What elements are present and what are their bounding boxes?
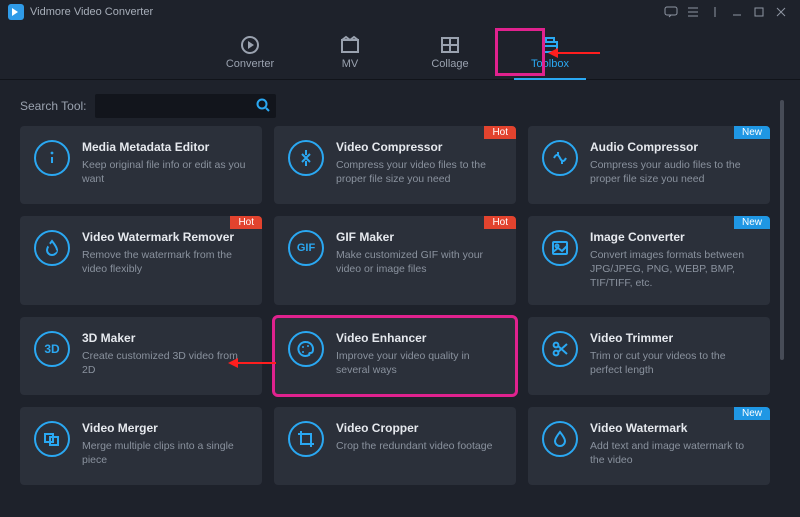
compress-v-icon <box>288 140 324 176</box>
tool-card-video-watermark[interactable]: Video Watermark Add text and image waterm… <box>528 407 770 485</box>
tool-card-video-cropper[interactable]: Video Cropper Crop the redundant video fo… <box>274 407 516 485</box>
maximize-button[interactable] <box>748 1 770 23</box>
tool-desc: Keep original file info or edit as you w… <box>82 158 248 186</box>
tool-card-gif-maker[interactable]: GIF GIF Maker Make customized GIF with you… <box>274 216 516 305</box>
tab-converter[interactable]: Converter <box>220 24 280 79</box>
3d-icon: 3D <box>34 331 70 367</box>
tab-label: MV <box>342 58 359 70</box>
annotation-arrow-tab <box>556 52 600 54</box>
gif-icon: GIF <box>288 230 324 266</box>
tool-scrollpane: Media Metadata Editor Keep original file … <box>20 126 770 507</box>
tab-collage[interactable]: Collage <box>420 24 480 79</box>
tool-desc: Create customized 3D video from 2D <box>82 349 248 377</box>
tool-title: Video Merger <box>82 421 248 435</box>
tool-title: Video Compressor <box>336 140 502 154</box>
tool-desc: Merge multiple clips into a single piece <box>82 439 248 467</box>
main-tabs: Converter MV Collage Toolbox <box>0 24 800 80</box>
menu-icon[interactable] <box>682 1 704 23</box>
crop-icon <box>288 421 324 457</box>
tab-label: Toolbox <box>531 58 569 70</box>
tool-card-media-metadata-editor[interactable]: Media Metadata Editor Keep original file … <box>20 126 262 204</box>
tool-desc: Trim or cut your videos to the perfect l… <box>590 349 756 377</box>
search-input[interactable] <box>101 99 256 113</box>
tool-title: Video Watermark <box>590 421 756 435</box>
tool-title: Image Converter <box>590 230 756 244</box>
tool-card-video-enhancer[interactable]: Video Enhancer Improve your video quality… <box>274 317 516 395</box>
search-icon[interactable] <box>256 98 270 115</box>
tool-desc: Make customized GIF with your video or i… <box>336 248 502 276</box>
compress-a-icon <box>542 140 578 176</box>
tab-label: Collage <box>431 58 468 70</box>
water-icon <box>542 421 578 457</box>
droplet-icon <box>34 230 70 266</box>
converter-icon <box>239 34 261 56</box>
tool-title: 3D Maker <box>82 331 248 345</box>
badge-hot: Hot <box>484 216 516 229</box>
badge-new: New <box>734 126 770 139</box>
tool-card-video-compressor[interactable]: Video Compressor Compress your video file… <box>274 126 516 204</box>
divider <box>704 1 726 23</box>
tool-title: Video Watermark Remover <box>82 230 248 244</box>
badge-hot: Hot <box>230 216 262 229</box>
tool-title: GIF Maker <box>336 230 502 244</box>
mv-icon <box>339 34 361 56</box>
tool-card-audio-compressor[interactable]: Audio Compressor Compress your audio file… <box>528 126 770 204</box>
titlebar: Vidmore Video Converter <box>0 0 800 24</box>
tool-title: Video Trimmer <box>590 331 756 345</box>
tool-card-video-merger[interactable]: Video Merger Merge multiple clips into a … <box>20 407 262 485</box>
tool-title: Audio Compressor <box>590 140 756 154</box>
info-icon <box>34 140 70 176</box>
feedback-icon[interactable] <box>660 1 682 23</box>
annotation-arrow-enhancer <box>236 362 276 364</box>
tool-desc: Compress your video files to the proper … <box>336 158 502 186</box>
tool-grid: Media Metadata Editor Keep original file … <box>20 126 770 485</box>
tab-label: Converter <box>226 58 274 70</box>
tool-card-video-watermark-remover[interactable]: Video Watermark Remover Remove the waterm… <box>20 216 262 305</box>
app-title: Vidmore Video Converter <box>30 6 153 18</box>
scissors-icon <box>542 331 578 367</box>
app-logo-icon <box>8 4 24 20</box>
tool-card-image-converter[interactable]: Image Converter Convert images formats be… <box>528 216 770 305</box>
image-icon <box>542 230 578 266</box>
badge-hot: Hot <box>484 126 516 139</box>
tool-desc: Add text and image watermark to the vide… <box>590 439 756 467</box>
tool-card-3d-maker[interactable]: 3D 3D Maker Create customized 3D video fro… <box>20 317 262 395</box>
tool-title: Video Cropper <box>336 421 502 435</box>
tool-desc: Compress your audio files to the proper … <box>590 158 756 186</box>
merge-icon <box>34 421 70 457</box>
badge-new: New <box>734 216 770 229</box>
scrollbar[interactable] <box>780 100 784 360</box>
palette-icon <box>288 331 324 367</box>
search-label: Search Tool: <box>20 99 87 113</box>
tool-title: Video Enhancer <box>336 331 502 345</box>
search-row: Search Tool: <box>0 80 800 122</box>
tool-card-video-trimmer[interactable]: Video Trimmer Trim or cut your videos to … <box>528 317 770 395</box>
badge-new: New <box>734 407 770 420</box>
tab-mv[interactable]: MV <box>320 24 380 79</box>
tool-desc: Improve your video quality in several wa… <box>336 349 502 377</box>
minimize-button[interactable] <box>726 1 748 23</box>
search-box[interactable] <box>95 94 276 118</box>
tool-desc: Crop the redundant video footage <box>336 439 502 453</box>
close-button[interactable] <box>770 1 792 23</box>
collage-icon <box>439 34 461 56</box>
tool-desc: Remove the watermark from the video flex… <box>82 248 248 276</box>
tool-desc: Convert images formats between JPG/JPEG,… <box>590 248 756 291</box>
tool-title: Media Metadata Editor <box>82 140 248 154</box>
